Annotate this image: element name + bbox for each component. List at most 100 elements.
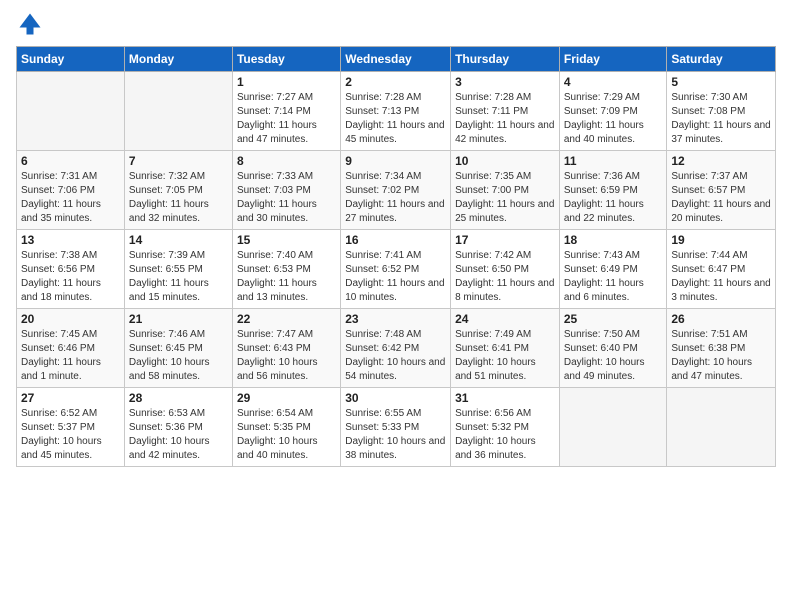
calendar-cell: 12 Sunrise: 7:37 AM Sunset: 6:57 PM Dayli… [667,151,776,230]
calendar-cell: 2 Sunrise: 7:28 AM Sunset: 7:13 PM Daylig… [341,72,451,151]
day-info: Sunrise: 7:30 AM Sunset: 7:08 PM Dayligh… [671,91,771,147]
calendar-table: SundayMondayTuesdayWednesdayThursdayFrid… [16,46,776,467]
day-info: Sunrise: 7:43 AM Sunset: 6:49 PM Dayligh… [564,249,663,305]
day-info: Sunrise: 7:44 AM Sunset: 6:47 PM Dayligh… [671,249,771,305]
calendar-cell: 10Sunrise: 7:35 AM Sunset: 7:00 PM Dayli… [451,151,560,230]
calendar-cell [124,72,232,151]
day-info: Sunrise: 7:27 AM Sunset: 7:14 PM Dayligh… [237,91,336,147]
day-number: 9 [345,154,446,168]
day-info: Sunrise: 7:28 AM Sunset: 7:11 PM Dayligh… [455,91,555,147]
calendar-cell: 25 Sunrise: 7:50 AM Sunset: 6:40 PM Dayli… [559,309,667,388]
day-info: Sunrise: 7:34 AM Sunset: 7:02 PM Dayligh… [345,170,446,226]
weekday-header-thursday: Thursday [451,47,560,72]
day-info: Sunrise: 7:39 AM Sunset: 6:55 PM Dayligh… [129,249,228,305]
day-number: 19 [671,233,771,247]
day-number: 4 [564,75,663,89]
calendar-cell [667,388,776,467]
calendar-cell: 11 Sunrise: 7:36 AM Sunset: 6:59 PM Dayli… [559,151,667,230]
day-info: Sunrise: 7:36 AM Sunset: 6:59 PM Dayligh… [564,170,663,226]
calendar-cell: 16Sunrise: 7:41 AM Sunset: 6:52 PM Dayli… [341,230,451,309]
day-number: 14 [129,233,228,247]
day-number: 20 [21,312,120,326]
calendar-cell: 29Sunrise: 6:54 AM Sunset: 5:35 PM Dayli… [232,388,340,467]
calendar-page: SundayMondayTuesdayWednesdayThursdayFrid… [0,0,792,612]
calendar-cell [559,388,667,467]
day-info: Sunrise: 7:48 AM Sunset: 6:42 PM Dayligh… [345,328,446,384]
day-info: Sunrise: 6:52 AM Sunset: 5:37 PM Dayligh… [21,407,120,463]
day-number: 28 [129,391,228,405]
calendar-cell: 6Sunrise: 7:31 AM Sunset: 7:06 PM Daylig… [17,151,125,230]
calendar-cell: 21 Sunrise: 7:46 AM Sunset: 6:45 PM Dayli… [124,309,232,388]
day-number: 25 [564,312,663,326]
week-row-4: 20 Sunrise: 7:45 AM Sunset: 6:46 PM Dayli… [17,309,776,388]
weekday-header-sunday: Sunday [17,47,125,72]
day-number: 26 [671,312,771,326]
calendar-cell: 15 Sunrise: 7:40 AM Sunset: 6:53 PM Dayli… [232,230,340,309]
calendar-cell: 5 Sunrise: 7:30 AM Sunset: 7:08 PM Daylig… [667,72,776,151]
week-row-1: 1 Sunrise: 7:27 AM Sunset: 7:14 PM Daylig… [17,72,776,151]
weekday-header-friday: Friday [559,47,667,72]
calendar-cell: 19 Sunrise: 7:44 AM Sunset: 6:47 PM Dayli… [667,230,776,309]
day-info: Sunrise: 7:40 AM Sunset: 6:53 PM Dayligh… [237,249,336,305]
weekday-header-wednesday: Wednesday [341,47,451,72]
day-number: 29 [237,391,336,405]
day-number: 7 [129,154,228,168]
day-info: Sunrise: 7:37 AM Sunset: 6:57 PM Dayligh… [671,170,771,226]
weekday-header-monday: Monday [124,47,232,72]
day-info: Sunrise: 7:46 AM Sunset: 6:45 PM Dayligh… [129,328,228,384]
day-number: 6 [21,154,120,168]
day-number: 8 [237,154,336,168]
day-number: 24 [455,312,555,326]
week-row-3: 13 Sunrise: 7:38 AM Sunset: 6:56 PM Dayli… [17,230,776,309]
day-number: 21 [129,312,228,326]
calendar-cell: 22Sunrise: 7:47 AM Sunset: 6:43 PM Dayli… [232,309,340,388]
day-info: Sunrise: 7:33 AM Sunset: 7:03 PM Dayligh… [237,170,336,226]
calendar-cell: 14 Sunrise: 7:39 AM Sunset: 6:55 PM Dayli… [124,230,232,309]
day-info: Sunrise: 7:45 AM Sunset: 6:46 PM Dayligh… [21,328,120,384]
day-number: 2 [345,75,446,89]
day-number: 5 [671,75,771,89]
calendar-cell: 20 Sunrise: 7:45 AM Sunset: 6:46 PM Dayli… [17,309,125,388]
calendar-cell: 26 Sunrise: 7:51 AM Sunset: 6:38 PM Dayli… [667,309,776,388]
calendar-cell: 8 Sunrise: 7:33 AM Sunset: 7:03 PM Daylig… [232,151,340,230]
day-number: 13 [21,233,120,247]
day-info: Sunrise: 7:51 AM Sunset: 6:38 PM Dayligh… [671,328,771,384]
day-number: 30 [345,391,446,405]
logo [16,10,48,38]
calendar-cell: 18 Sunrise: 7:43 AM Sunset: 6:49 PM Dayli… [559,230,667,309]
calendar-cell: 17Sunrise: 7:42 AM Sunset: 6:50 PM Dayli… [451,230,560,309]
logo-icon [16,10,44,38]
calendar-cell: 13 Sunrise: 7:38 AM Sunset: 6:56 PM Dayli… [17,230,125,309]
day-info: Sunrise: 7:29 AM Sunset: 7:09 PM Dayligh… [564,91,663,147]
calendar-cell: 24 Sunrise: 7:49 AM Sunset: 6:41 PM Dayli… [451,309,560,388]
calendar-cell: 31Sunrise: 6:56 AM Sunset: 5:32 PM Dayli… [451,388,560,467]
day-info: Sunrise: 6:56 AM Sunset: 5:32 PM Dayligh… [455,407,555,463]
calendar-cell: 27 Sunrise: 6:52 AM Sunset: 5:37 PM Dayli… [17,388,125,467]
calendar-cell [17,72,125,151]
calendar-cell: 7 Sunrise: 7:32 AM Sunset: 7:05 PM Daylig… [124,151,232,230]
day-info: Sunrise: 7:49 AM Sunset: 6:41 PM Dayligh… [455,328,555,384]
header [16,10,776,38]
calendar-cell: 3Sunrise: 7:28 AM Sunset: 7:11 PM Daylig… [451,72,560,151]
day-number: 15 [237,233,336,247]
day-number: 1 [237,75,336,89]
day-info: Sunrise: 7:38 AM Sunset: 6:56 PM Dayligh… [21,249,120,305]
day-number: 11 [564,154,663,168]
calendar-cell: 1 Sunrise: 7:27 AM Sunset: 7:14 PM Daylig… [232,72,340,151]
day-info: Sunrise: 7:32 AM Sunset: 7:05 PM Dayligh… [129,170,228,226]
week-row-2: 6Sunrise: 7:31 AM Sunset: 7:06 PM Daylig… [17,151,776,230]
calendar-cell: 30 Sunrise: 6:55 AM Sunset: 5:33 PM Dayli… [341,388,451,467]
day-number: 18 [564,233,663,247]
day-number: 12 [671,154,771,168]
day-info: Sunrise: 7:28 AM Sunset: 7:13 PM Dayligh… [345,91,446,147]
day-info: Sunrise: 7:35 AM Sunset: 7:00 PM Dayligh… [455,170,555,226]
day-number: 17 [455,233,555,247]
weekday-header-row: SundayMondayTuesdayWednesdayThursdayFrid… [17,47,776,72]
day-info: Sunrise: 7:50 AM Sunset: 6:40 PM Dayligh… [564,328,663,384]
day-number: 27 [21,391,120,405]
day-info: Sunrise: 6:55 AM Sunset: 5:33 PM Dayligh… [345,407,446,463]
day-info: Sunrise: 7:47 AM Sunset: 6:43 PM Dayligh… [237,328,336,384]
calendar-cell: 28Sunrise: 6:53 AM Sunset: 5:36 PM Dayli… [124,388,232,467]
day-info: Sunrise: 7:41 AM Sunset: 6:52 PM Dayligh… [345,249,446,305]
weekday-header-tuesday: Tuesday [232,47,340,72]
